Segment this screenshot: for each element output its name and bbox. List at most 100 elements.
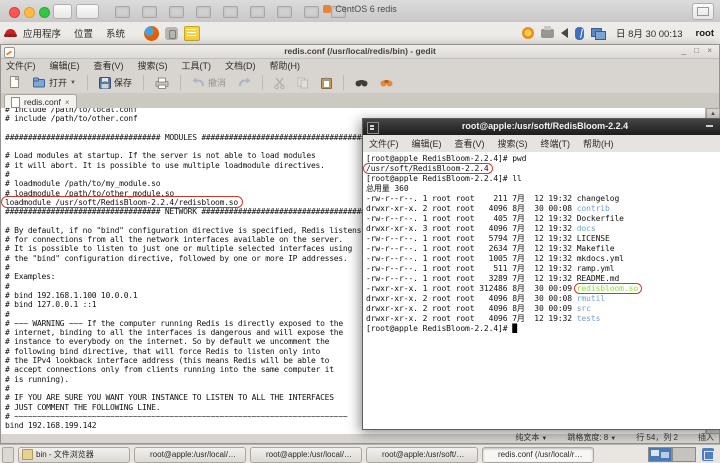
statusbar-tab-width[interactable]: 跳格宽度: 8 ▼ <box>567 432 616 443</box>
terminal-window: root@apple:/usr/soft/RedisBloom-2.2.4 文件… <box>362 118 720 430</box>
taskbar-button[interactable]: root@apple:/usr/local/… <box>134 446 246 463</box>
toolbar-separator <box>142 75 144 90</box>
tab-redis-conf[interactable]: redis.conf × <box>4 94 77 109</box>
taskbar-button-label: root@apple:/usr/local/… <box>266 450 352 459</box>
copy-button[interactable] <box>294 76 312 90</box>
terminal-line: drwxr-xr-x. 2 root root 4096 8月 30 00:09… <box>366 304 591 313</box>
show-desktop-button[interactable] <box>2 446 14 463</box>
taskbar-button[interactable]: root@apple:/usr/soft/… <box>366 446 478 463</box>
taskbar-button-label: redis.conf (/usr/local/r… <box>498 450 583 459</box>
statusbar-insert-mode: 插入 <box>698 433 714 442</box>
terminal-window-title: root@apple:/usr/soft/RedisBloom-2.2.4 <box>461 121 629 131</box>
trash-icon[interactable] <box>702 448 714 461</box>
cut-icon <box>274 77 285 89</box>
terminal-line: -rw-r--r--. 1 root root 2634 7月 12 19:32… <box>366 244 615 253</box>
replace-icon <box>380 79 393 86</box>
vm-window-titlebar: CentOS 6 redis <box>0 0 720 23</box>
taskbar-button[interactable]: root@apple:/usr/local/… <box>250 446 362 463</box>
gedit-launcher-icon[interactable] <box>184 25 201 41</box>
tab-document-icon <box>11 96 20 108</box>
paste-button[interactable] <box>318 76 335 90</box>
distro-menu-icon[interactable] <box>4 28 17 39</box>
terminal-titlebar[interactable]: root@apple:/usr/soft/RedisBloom-2.2.4 <box>363 119 720 135</box>
redo-icon <box>239 77 251 87</box>
save-button[interactable]: 保存 <box>96 75 135 90</box>
terminal-menu-4[interactable]: 终端(T) <box>541 137 571 150</box>
panel-username[interactable]: root <box>696 28 714 39</box>
gedit-menu-4[interactable]: 工具(T) <box>182 59 212 72</box>
vm-window-title: CentOS 6 redis <box>0 4 720 14</box>
tab-label: redis.conf <box>24 97 61 107</box>
terminal-body[interactable]: [root@apple RedisBloom-2.2.4]# pwd/usr/s… <box>363 152 720 429</box>
gedit-titlebar[interactable]: redis.conf (/usr/local/redis/bin) - gedi… <box>1 45 719 59</box>
terminal-line: -rw-r--r--. 1 root root 511 7月 12 19:32 … <box>366 264 615 273</box>
gedit-menu-6[interactable]: 帮助(H) <box>270 59 301 72</box>
chevron-down-icon: ▼ <box>541 436 548 442</box>
terminal-line: [root@apple RedisBloom-2.2.4]# █ <box>366 324 517 333</box>
taskbar-button[interactable]: redis.conf (/usr/local/r… <box>482 446 594 463</box>
tab-close-icon[interactable]: × <box>65 98 70 107</box>
taskbar-button-label: root@apple:/usr/local/… <box>150 450 236 459</box>
copy-icon <box>297 77 308 88</box>
find-button[interactable] <box>352 77 371 89</box>
taskbar-button[interactable]: bin - 文件浏览器 <box>18 446 130 463</box>
gedit-window-controls[interactable]: _ □ × <box>682 46 715 55</box>
undo-button-label: 撤消 <box>207 78 226 88</box>
terminal-line: [root@apple RedisBloom-2.2.4]# ll <box>366 174 522 183</box>
terminal-menu-0[interactable]: 文件(F) <box>369 137 399 150</box>
gedit-statusbar: 纯文本 ▼ 跳格宽度: 8 ▼ 行 54，列 2 插入 <box>1 432 719 443</box>
gedit-tabbar: redis.conf × <box>1 93 719 109</box>
clock[interactable]: 日 8月 30 00:13 <box>616 26 683 40</box>
terminal-menubar: 文件(F) 编辑(E) 查看(V) 搜索(S) 终端(T) 帮助(H) <box>363 135 720 153</box>
workspace-2[interactable] <box>672 447 696 462</box>
menu-applications[interactable]: 应用程序 <box>23 26 61 40</box>
terminal-line: drwxr-xr-x. 2 root root 4096 8月 30 00:08… <box>366 294 606 303</box>
bluetooth-icon[interactable] <box>574 26 584 40</box>
open-button[interactable]: 打开 ▼ <box>30 75 79 90</box>
terminal-menu-2[interactable]: 查看(V) <box>455 137 485 150</box>
gedit-menu-1[interactable]: 编辑(E) <box>50 59 80 72</box>
workspace-1[interactable] <box>648 447 672 462</box>
folder-icon <box>22 449 33 460</box>
undo-button[interactable]: 撤消 <box>189 75 229 90</box>
menu-system[interactable]: 系统 <box>106 26 125 40</box>
menu-places[interactable]: 位置 <box>74 26 93 40</box>
terminal-line: -rw-r--r--. 1 root root 3289 7月 12 19:32… <box>366 274 620 283</box>
save-icon <box>98 76 111 89</box>
redo-button[interactable] <box>235 76 254 89</box>
print-icon <box>155 77 169 89</box>
gedit-menu-3[interactable]: 搜索(S) <box>138 59 168 72</box>
terminal-lines: [root@apple RedisBloom-2.2.4]# pwd/usr/s… <box>363 152 720 334</box>
terminal-line: drwxr-xr-x. 3 root root 4096 7月 12 19:32… <box>366 224 596 233</box>
print-button[interactable] <box>152 76 172 90</box>
terminal-minimize-icon[interactable] <box>706 125 713 127</box>
terminal-line: -rw-r--r--. 1 root root 211 7月 12 19:32 … <box>366 194 620 203</box>
updates-icon[interactable] <box>521 27 534 39</box>
terminal-line: -rw-r--r--. 1 root root 1005 7月 12 19:32… <box>366 254 624 263</box>
undo-icon <box>192 77 204 87</box>
printer-tray-icon[interactable] <box>540 25 554 38</box>
gedit-menu-5[interactable]: 文档(D) <box>225 59 256 72</box>
terminal-line: 总用量 360 <box>366 184 409 193</box>
firefox-launcher-icon[interactable] <box>144 25 160 41</box>
statusbar-language-mode[interactable]: 纯文本 ▼ <box>515 432 547 443</box>
terminal-menu-1[interactable]: 编辑(E) <box>412 137 442 150</box>
network-icon[interactable] <box>590 27 606 40</box>
screen: CentOS 6 redis 应用程序 位置 系统 日 8月 30 00:13 … <box>0 0 720 463</box>
screensaver-lock-icon[interactable] <box>165 26 179 40</box>
chevron-down-icon: ▼ <box>610 436 617 442</box>
gedit-menu-0[interactable]: 文件(F) <box>6 59 36 72</box>
vm-view-mode-button[interactable] <box>692 3 714 20</box>
terminal-menu-3[interactable]: 搜索(S) <box>498 137 528 150</box>
open-caret-icon: ▼ <box>70 79 76 86</box>
terminal-line: /usr/soft/RedisBloom-2.2.4 <box>366 164 720 174</box>
gedit-toolbar: 打开 ▼ 保存 撤消 <box>1 72 719 93</box>
cut-button[interactable] <box>271 76 288 90</box>
terminal-line: drwxr-xr-x. 2 root root 4096 8月 30 00:08… <box>366 204 610 213</box>
terminal-menu-5[interactable]: 帮助(H) <box>583 137 614 150</box>
new-document-icon <box>10 76 20 88</box>
gedit-menu-2[interactable]: 查看(V) <box>94 59 124 72</box>
volume-icon[interactable] <box>560 28 568 38</box>
new-document-button[interactable] <box>6 75 24 90</box>
replace-button[interactable] <box>377 77 396 89</box>
